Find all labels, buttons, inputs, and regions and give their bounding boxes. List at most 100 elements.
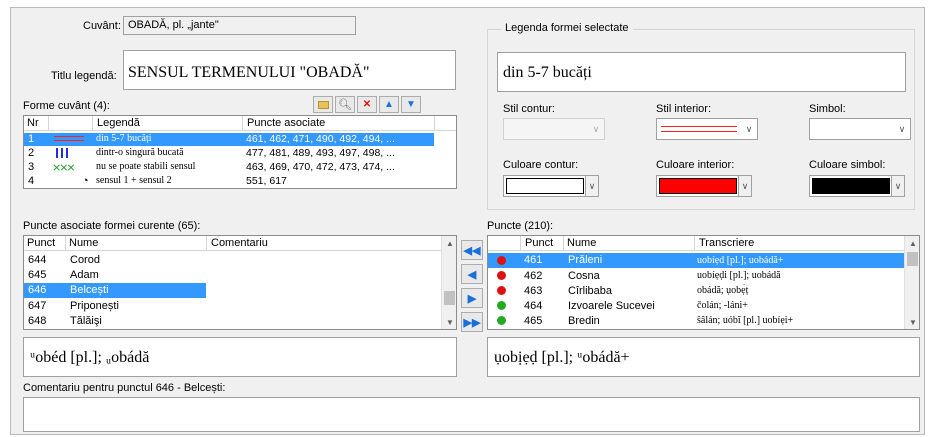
associated-points-label: Puncte asociate formei curente (65): [23, 220, 201, 232]
chevron-down-icon: ∨ [585, 176, 598, 196]
row-punct: 464 [524, 300, 543, 312]
stil-contur-label: Stil contur: [503, 103, 555, 115]
word-field: OBADĂ, pl. „jante" [123, 16, 356, 35]
delete-button[interactable]: ✕ [357, 96, 377, 113]
vertical-scrollbar[interactable]: ▲ ▼ [441, 236, 456, 329]
culoare-interior-select[interactable]: ∨ [656, 175, 752, 197]
word-form-row[interactable]: 3 ⨯⨯⨯ nu se poate stabili sensul 463, 46… [24, 161, 434, 174]
table-row[interactable]: 647 Priponești [24, 299, 442, 313]
symbol-color-swatch [812, 178, 890, 194]
arrow-up-icon: ▲ [384, 99, 394, 110]
culoare-contur-select[interactable]: ∨ [503, 175, 599, 197]
row-transcriere: obádă; ụobẹ́ț [697, 285, 749, 296]
search-button[interactable]: 🔍︎ [335, 96, 355, 113]
simbol-select[interactable]: ∨ [809, 118, 911, 140]
move-up-button[interactable]: ▲ [379, 96, 399, 113]
row-punct: 644 [28, 254, 47, 266]
associated-points-table: Punct Nume Comentariu 644 Corod 645 Adam… [23, 235, 457, 330]
col-punct: Punct [525, 237, 554, 249]
chevron-down-icon: ∨ [738, 176, 751, 196]
col-nume: Nume [567, 237, 597, 249]
table-row[interactable]: 646 Belcești [24, 283, 442, 298]
move-right-button[interactable]: ▶ [461, 288, 483, 308]
row-punct: 462 [524, 270, 543, 282]
scroll-down-icon[interactable]: ▼ [442, 315, 456, 329]
table-row[interactable]: 461 Prăleni uobíẹd [pl.]; uobádă+ [488, 253, 905, 268]
word-label: Cuvânt: [83, 20, 121, 32]
row-transcriere: uobíẹd [pl.]; uobádă+ [697, 255, 784, 266]
word-form-row[interactable]: 2 dintr-o singură bucată 477, 481, 489, … [24, 147, 434, 160]
word-form-row[interactable]: 1 din 5-7 bucăți 461, 462, 471, 490, 492… [24, 133, 434, 146]
col-nr: Nr [27, 117, 39, 129]
row-nume: Bredin [568, 315, 600, 327]
table-row[interactable]: 464 Izvoarele Sucevei čolán; -láni+ [488, 299, 905, 313]
left-arrow-icon: ◀ [467, 268, 477, 281]
blue-vertical-lines-icon [52, 147, 88, 160]
table-row[interactable]: 648 Tălăişi [24, 314, 442, 328]
table-row[interactable]: 465 Bredin ŝâlán; uóbĭ [pl.] uobíẹi+ [488, 314, 905, 328]
row-punct: 465 [524, 315, 543, 327]
culoare-simbol-select[interactable]: ∨ [809, 175, 905, 197]
table-row[interactable]: 462 Cosna uobíẹḍi [pl.]; uobádă [488, 269, 905, 283]
legend-title-input[interactable]: SENSUL TERMENULUI "OBADĂ" [123, 50, 456, 90]
vertical-scrollbar[interactable]: ▲ ▼ [904, 236, 919, 329]
word-forms-table: Nr Legendă Puncte asociate 1 din 5-7 buc… [23, 115, 457, 189]
word-form-row[interactable]: 4 ◔ sensul 1 + sensul 2 551, 617 [24, 175, 434, 188]
green-cross-hatch-icon: ⨯⨯⨯ [52, 162, 76, 174]
row-nume: Priponești [70, 300, 119, 312]
row-nume: Cosna [568, 270, 600, 282]
selected-form-input[interactable]: din 5-7 bucăți [497, 52, 906, 92]
open-folder-button[interactable] [313, 96, 333, 113]
red-dot-icon [497, 286, 506, 295]
green-dot-icon [497, 316, 506, 325]
right-arrow-icon: ▶ [467, 292, 477, 305]
table-row[interactable]: 644 Corod [24, 253, 442, 267]
move-all-left-button[interactable]: ◀◀ [461, 240, 483, 260]
chevron-down-icon: ∨ [898, 123, 906, 134]
red-dot-icon [497, 271, 506, 280]
scroll-down-icon[interactable]: ▼ [905, 315, 919, 329]
row-nume: Tălăişi [70, 315, 102, 327]
points-header: Punct Nume Transcriere [488, 236, 905, 251]
associated-points-header: Punct Nume Comentariu [24, 236, 442, 251]
stil-interior-select[interactable]: ∨ [656, 118, 758, 140]
magnifier-icon: 🔍︎ [338, 99, 352, 111]
table-row[interactable]: 645 Adam [24, 268, 442, 282]
row-points: 461, 462, 471, 490, 492, 494, ... [246, 133, 395, 145]
points-table: Punct Nume Transcriere 461 Prăleni uobíẹ… [487, 235, 920, 330]
move-left-button[interactable]: ◀ [461, 264, 483, 284]
scroll-up-icon[interactable]: ▲ [442, 236, 456, 250]
scroll-up-icon[interactable]: ▲ [905, 236, 919, 250]
stil-contur-select[interactable]: ∨ [503, 118, 605, 140]
culoare-simbol-label: Culoare simbol: [809, 159, 886, 171]
row-legend: dintr-o singură bucată [96, 147, 184, 158]
double-left-arrow-icon: ◀◀ [463, 244, 481, 257]
points-transcription-input[interactable]: ụobịẹḍ [pl.]; ᵘobádă+ [487, 337, 920, 377]
simbol-label: Simbol: [809, 103, 846, 115]
row-punct: 461 [524, 254, 543, 266]
table-row[interactable]: 463 Cîrlibaba obádă; ụobẹ́ț [488, 284, 905, 298]
col-points: Puncte asociate [247, 117, 326, 129]
app-window: Cuvânt: OBADĂ, pl. „jante" Titlu legendă… [10, 7, 925, 435]
col-punct: Punct [27, 237, 56, 249]
red-dot-icon [497, 256, 506, 265]
row-punct: 647 [28, 300, 47, 312]
row-points: 551, 617 [246, 175, 287, 187]
associated-transcription-input[interactable]: ᵘobéd [pl.]; ᵤobádă [23, 337, 457, 377]
legend-title-label: Titlu legendă: [51, 70, 117, 82]
scroll-thumb[interactable] [444, 291, 455, 305]
row-punct: 645 [28, 269, 47, 281]
move-down-button[interactable]: ▼ [401, 96, 421, 113]
selected-form-label: Legenda formei selectate [501, 22, 633, 34]
row-nume: Prăleni [568, 254, 603, 266]
stil-interior-label: Stil interior: [656, 103, 712, 115]
points-label: Puncte (210): [487, 220, 554, 232]
move-all-right-button[interactable]: ▶▶ [461, 312, 483, 332]
contour-color-swatch [506, 178, 584, 194]
interior-color-swatch [659, 178, 737, 194]
scroll-thumb[interactable] [907, 252, 918, 266]
comment-input[interactable] [23, 397, 920, 432]
row-nr: 3 [28, 161, 35, 173]
row-punct: 646 [28, 284, 47, 296]
row-nume: Izvoarele Sucevei [568, 300, 655, 312]
